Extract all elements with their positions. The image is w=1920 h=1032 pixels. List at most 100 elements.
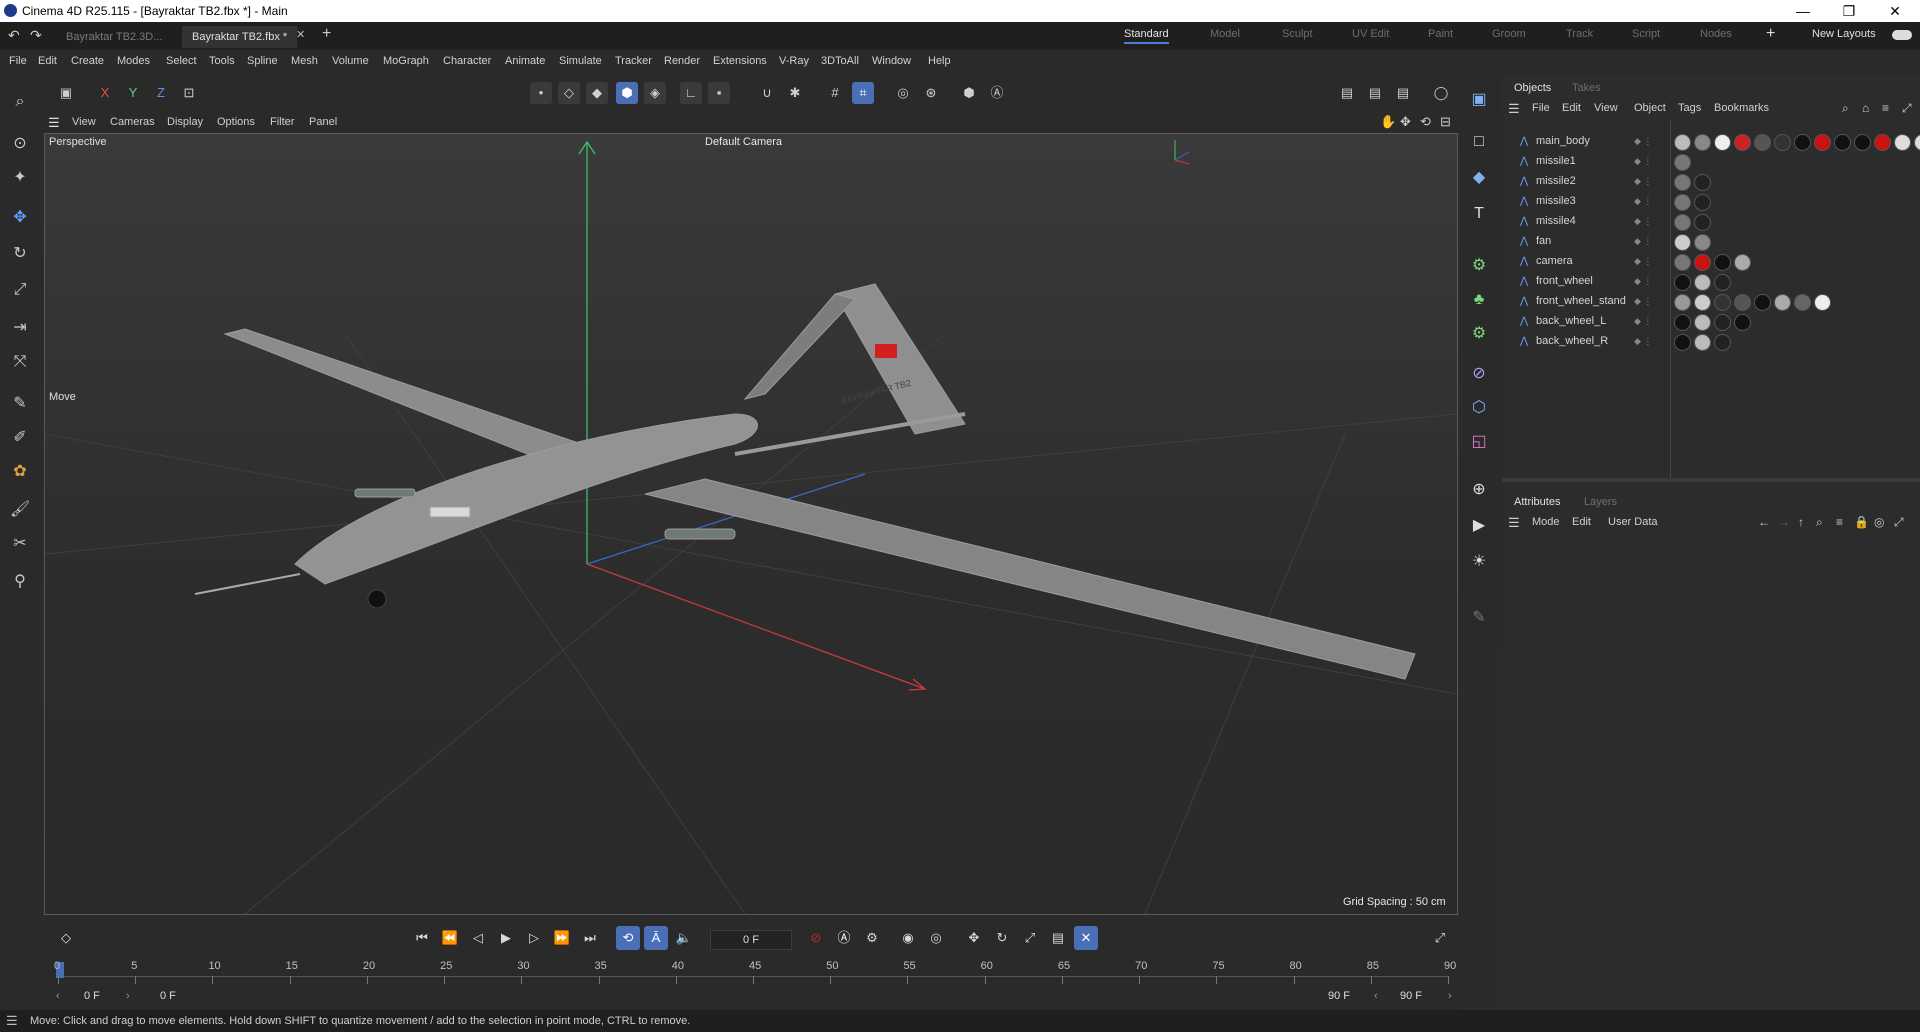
spline-sketch-icon[interactable]: ✐ [6,424,34,452]
visibility-toggle-icon[interactable]: ◆ ⋮ [1634,196,1652,207]
model-mode-icon[interactable]: ⬢ [616,82,638,104]
camera-label[interactable]: Default Camera [705,136,782,148]
viewport-menu-view[interactable]: View [72,116,96,128]
preview-end-field[interactable]: 90 F [1328,990,1350,1002]
scale-key-icon[interactable]: ⤢ [1018,926,1042,950]
objects-menu-edit[interactable]: Edit [1562,102,1581,114]
visibility-toggle-icon[interactable]: ◆ ⋮ [1634,296,1652,307]
material-tag-icon[interactable] [1754,134,1771,151]
layout-icon[interactable]: ▣ [1465,86,1493,114]
menu-render[interactable]: Render [664,55,700,67]
close-button[interactable]: ✕ [1872,1,1918,21]
panel-splitter[interactable] [1502,478,1920,482]
doc-tab-1[interactable]: Bayraktar TB2.fbx * [182,26,298,48]
play-button[interactable]: ▶ [494,926,518,950]
menu-animate[interactable]: Animate [505,55,545,67]
layout-tab-standard[interactable]: Standard [1124,28,1169,44]
menu-3dtoall[interactable]: 3DToAll [821,55,859,67]
material-tag-icon[interactable] [1674,274,1691,291]
object-name[interactable]: missile1 [1536,155,1576,167]
material-tag-icon[interactable] [1694,254,1711,271]
material-tag-icon[interactable] [1694,194,1711,211]
material-tag-icon[interactable] [1694,214,1711,231]
object-row[interactable]: ⋀ main_body ◆ ⋮ [1502,132,1920,152]
close-tab-icon[interactable]: ✕ [296,28,305,41]
objects-filter-icon[interactable]: ≡ [1882,101,1889,115]
polygons-mode-icon[interactable]: ◆ [586,82,608,104]
live-selection-icon[interactable]: ✦ [6,164,34,192]
end-frame-field[interactable]: 90 F [1400,990,1422,1002]
object-row[interactable]: ⋀ back_wheel_R ◆ ⋮ [1502,332,1920,352]
status-menu-icon[interactable]: ☰ [6,1013,18,1029]
axis-z-lock[interactable]: Z [150,82,172,104]
preview-range-button[interactable]: Ā [644,926,668,950]
object-row[interactable]: ⋀ front_wheel_stand ◆ ⋮ [1502,292,1920,312]
menu-window[interactable]: Window [872,55,911,67]
sculpt-icon[interactable]: ⬢ [958,82,980,104]
object-name[interactable]: missile3 [1536,195,1576,207]
keyframe-settings-icon[interactable]: ⚙ [860,926,884,950]
material-tag-icon[interactable] [1734,314,1751,331]
end-left-arrow-icon[interactable]: ‹ [1374,990,1378,1002]
material-tag-icon[interactable] [1674,134,1691,151]
menu-modes[interactable]: Modes [117,55,150,67]
menu-file[interactable]: File [9,55,27,67]
objects-menu-bookmarks[interactable]: Bookmarks [1714,102,1769,114]
camera-icon[interactable]: ▶ [1465,512,1493,540]
object-row[interactable]: ⋀ missile1 ◆ ⋮ [1502,152,1920,172]
object-name[interactable]: front_wheel_stand [1536,295,1626,307]
auto-key-icon[interactable]: Ⓐ [986,82,1008,104]
grid-snap-icon[interactable]: ⌗ [852,82,874,104]
object-row[interactable]: ⋀ back_wheel_L ◆ ⋮ [1502,312,1920,332]
doc-tab-0[interactable]: Bayraktar TB2.3D... [56,26,172,48]
previous-frame-button[interactable]: ◁ [466,926,490,950]
material-tag-icon[interactable] [1674,154,1691,171]
material-tag-icon[interactable] [1694,334,1711,351]
lock-icon[interactable]: 🔒 [1854,515,1869,529]
loop-button[interactable]: ⟲ [616,926,640,950]
layout-tab-paint[interactable]: Paint [1428,28,1453,40]
add-layout-icon[interactable]: + [1766,25,1775,43]
objects-menu-tags[interactable]: Tags [1678,102,1701,114]
menu-create[interactable]: Create [71,55,104,67]
viewport-maximize-icon[interactable]: ⊟ [1440,114,1451,130]
material-tag-icon[interactable] [1714,274,1731,291]
workplane-icon[interactable]: # [824,82,846,104]
spline-rect-icon[interactable]: □ [1465,128,1493,156]
material-tag-icon[interactable] [1834,134,1851,151]
transform-tool-icon[interactable]: ⤧ [6,348,34,376]
material-tag-icon[interactable] [1794,134,1811,151]
render-picture-viewer-icon[interactable]: ▤ [1364,82,1386,104]
menu-spline[interactable]: Spline [247,55,278,67]
material-tag-icon[interactable] [1694,134,1711,151]
add-tab-icon[interactable]: + [322,25,331,43]
point-level-key-icon[interactable]: ✕ [1074,926,1098,950]
tracker-icon[interactable]: ◱ [1465,428,1493,456]
axis-y-lock[interactable]: Y [122,82,144,104]
viewport-menu-filter[interactable]: Filter [270,116,294,128]
menu-character[interactable]: Character [443,55,491,67]
polygon-pen-icon[interactable]: ✿ [6,458,34,486]
viewport-rotate-icon[interactable]: ⟲ [1420,114,1431,130]
attributes-filter-icon[interactable]: ≡ [1836,515,1843,529]
render-settings-icon[interactable]: ▤ [1392,82,1414,104]
next-key-button[interactable]: ⏩ [550,926,574,950]
interactive-render-icon[interactable]: ◯ [1430,82,1452,104]
next-frame-button[interactable]: ▷ [522,926,546,950]
attributes-expand-icon[interactable]: ⤢ [1894,515,1904,530]
visibility-toggle-icon[interactable]: ◆ ⋮ [1634,136,1652,147]
brush-icon[interactable]: 🖌 [6,496,34,524]
viewport-pan-icon[interactable]: ✋ [1380,114,1396,130]
material-tag-icon[interactable] [1714,294,1731,311]
menu-mograph[interactable]: MoGraph [383,55,429,67]
axis-x-lock[interactable]: X [94,82,116,104]
objects-menu-file[interactable]: File [1532,102,1550,114]
paint-icon[interactable]: ✎ [1465,604,1493,632]
axis-mode-icon[interactable]: ∟ [680,82,702,104]
layout-tab-nodes[interactable]: Nodes [1700,28,1732,40]
object-name[interactable]: fan [1536,235,1551,247]
menu-help[interactable]: Help [928,55,951,67]
material-tag-icon[interactable] [1674,174,1691,191]
end-right-arrow-icon[interactable]: › [1448,990,1452,1002]
redo-icon[interactable]: ↷ [30,27,42,44]
